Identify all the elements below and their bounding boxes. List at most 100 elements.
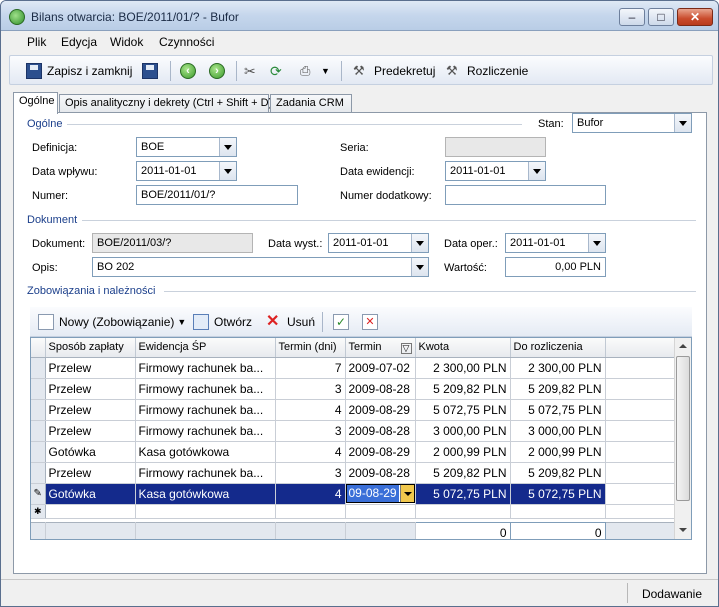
scroll-up-icon[interactable] (675, 338, 691, 355)
cell-ewidencja[interactable]: Firmowy rachunek ba... (135, 462, 276, 484)
column-header-termin-dni[interactable]: Termin (dni) (275, 338, 346, 358)
new-obligation-button[interactable]: Nowy (Zobowiązanie) ▼ (38, 311, 186, 333)
new-row[interactable]: ✱ (31, 504, 676, 519)
scroll-down-icon[interactable] (675, 522, 691, 539)
cell-kwota[interactable]: 3 000,00 PLN (415, 420, 511, 442)
table-row[interactable]: Gotówka Kasa gotówkowa 4 2009-08-29 2 00… (31, 441, 676, 463)
cell-ewidencja[interactable]: Firmowy rachunek ba... (135, 378, 276, 400)
reject-button[interactable]: ✕ (362, 311, 383, 333)
data-ewidencji-picker[interactable]: 2011-01-01 (445, 161, 546, 181)
chevron-down-icon[interactable] (528, 162, 545, 180)
cell-kwota[interactable]: 2 300,00 PLN (415, 357, 511, 379)
chevron-down-icon[interactable] (588, 234, 605, 252)
cell-sposob[interactable]: Przelew (45, 378, 136, 400)
scroll-thumb[interactable] (676, 356, 690, 501)
row-selector[interactable] (31, 378, 46, 400)
menu-plik[interactable]: Plik (27, 35, 46, 49)
cell-sposob[interactable]: Gotówka (45, 483, 136, 505)
table-row[interactable]: Przelew Firmowy rachunek ba... 3 2009-08… (31, 462, 676, 484)
table-row-active[interactable]: ✎ Gotówka Kasa gotówkowa 4 09-08-29 5 07… (31, 483, 676, 505)
cell-termin-dni[interactable]: 3 (275, 420, 346, 442)
previous-button[interactable]: ‹ (180, 60, 201, 82)
new-row-cell[interactable] (275, 504, 346, 519)
column-header-do-rozliczenia[interactable]: Do rozliczenia (510, 338, 606, 358)
numer-input[interactable]: BOE/2011/01/? (136, 185, 298, 205)
save-close-button[interactable]: Zapisz i zamknij (26, 60, 132, 82)
cell-sposob[interactable]: Gotówka (45, 441, 136, 463)
cell-termin-dni[interactable]: 4 (275, 441, 346, 463)
cell-termin[interactable]: 2009-08-28 (345, 420, 416, 442)
cell-do-rozliczenia[interactable]: 5 072,75 PLN (510, 483, 606, 505)
row-selector-editing[interactable]: ✎ (31, 483, 46, 505)
data-wplywu-picker[interactable]: 2011-01-01 (136, 161, 237, 181)
column-header-ewidencja[interactable]: Ewidencja ŚP (135, 338, 276, 358)
tools-button[interactable]: ✂ (244, 60, 265, 82)
obligations-grid[interactable]: Sposób zapłaty Ewidencja ŚP Termin (dni)… (30, 337, 692, 540)
new-row-cell[interactable] (510, 504, 606, 519)
table-row[interactable]: Przelew Firmowy rachunek ba... 3 2009-08… (31, 378, 676, 400)
chevron-down-icon[interactable] (411, 234, 428, 252)
numer-dodatkowy-input[interactable] (445, 185, 606, 205)
predekretuj-button[interactable]: ⚒ Predekretuj (353, 60, 435, 82)
cell-termin-dni[interactable]: 7 (275, 357, 346, 379)
menu-widok[interactable]: Widok (110, 35, 143, 49)
row-selector[interactable] (31, 399, 46, 421)
new-row-cell[interactable] (345, 504, 416, 519)
tab-opis-analityczny[interactable]: Opis analityczny i dekrety (Ctrl + Shift… (59, 94, 272, 113)
new-row-cell[interactable] (415, 504, 511, 519)
stan-select[interactable]: Bufor (572, 113, 692, 133)
cell-ewidencja[interactable]: Kasa gotówkowa (135, 483, 276, 505)
cell-termin-editor[interactable]: 09-08-29 (345, 483, 416, 505)
cell-do-rozliczenia[interactable]: 5 072,75 PLN (510, 399, 606, 421)
column-header-sposob[interactable]: Sposób zapłaty (45, 338, 136, 358)
cell-kwota[interactable]: 5 209,82 PLN (415, 378, 511, 400)
row-selector[interactable] (31, 441, 46, 463)
cell-ewidencja[interactable]: Kasa gotówkowa (135, 441, 276, 463)
chevron-down-icon[interactable] (219, 138, 236, 156)
print-button[interactable]: ⎙ ▼ (300, 60, 330, 82)
table-row[interactable]: Przelew Firmowy rachunek ba... 7 2009-07… (31, 357, 676, 379)
cell-termin[interactable]: 2009-08-29 (345, 441, 416, 463)
cell-kwota[interactable]: 5 072,75 PLN (415, 483, 511, 505)
column-header-kwota[interactable]: Kwota (415, 338, 511, 358)
cell-termin[interactable]: 2009-08-28 (345, 462, 416, 484)
save-button[interactable] (142, 60, 163, 82)
tab-ogolne[interactable]: Ogólne (13, 92, 58, 114)
row-selector[interactable] (31, 462, 46, 484)
data-oper-picker[interactable]: 2011-01-01 (505, 233, 606, 253)
rozliczenie-button[interactable]: ⚒ Rozliczenie (446, 60, 528, 82)
column-header-termin[interactable]: Termin ▽ (345, 338, 416, 358)
cell-do-rozliczenia[interactable]: 3 000,00 PLN (510, 420, 606, 442)
cell-kwota[interactable]: 2 000,99 PLN (415, 441, 511, 463)
cell-do-rozliczenia[interactable]: 2 300,00 PLN (510, 357, 606, 379)
cell-sposob[interactable]: Przelew (45, 399, 136, 421)
chevron-down-icon[interactable] (399, 485, 414, 502)
cell-termin-dni[interactable]: 3 (275, 462, 346, 484)
delete-button[interactable]: ✕ Usuń (266, 311, 315, 333)
new-row-selector[interactable]: ✱ (31, 504, 46, 519)
open-button[interactable]: Otwórz (193, 311, 252, 333)
approve-button[interactable]: ✓ (333, 311, 354, 333)
wartosc-field[interactable]: 0,00 PLN (505, 257, 606, 277)
close-button[interactable]: ✕ (677, 8, 713, 26)
cell-kwota[interactable]: 5 072,75 PLN (415, 399, 511, 421)
filter-icon[interactable]: ▽ (400, 342, 412, 354)
row-selector[interactable] (31, 357, 46, 379)
grid-vertical-scrollbar[interactable] (674, 338, 691, 539)
cell-ewidencja[interactable]: Firmowy rachunek ba... (135, 399, 276, 421)
minimize-button[interactable]: – (619, 8, 645, 26)
cell-ewidencja[interactable]: Firmowy rachunek ba... (135, 357, 276, 379)
cell-sposob[interactable]: Przelew (45, 420, 136, 442)
cell-sposob[interactable]: Przelew (45, 357, 136, 379)
new-row-cell[interactable] (135, 504, 276, 519)
menu-czynnosci[interactable]: Czynności (159, 35, 214, 49)
chevron-down-icon[interactable] (674, 114, 691, 132)
cell-ewidencja[interactable]: Firmowy rachunek ba... (135, 420, 276, 442)
maximize-button[interactable]: □ (648, 8, 674, 26)
chevron-down-icon[interactable] (219, 162, 236, 180)
table-row[interactable]: Przelew Firmowy rachunek ba... 4 2009-08… (31, 399, 676, 421)
cell-termin-dni[interactable]: 4 (275, 399, 346, 421)
new-row-cell[interactable] (45, 504, 136, 519)
cell-termin[interactable]: 2009-08-29 (345, 399, 416, 421)
next-button[interactable]: › (209, 60, 230, 82)
